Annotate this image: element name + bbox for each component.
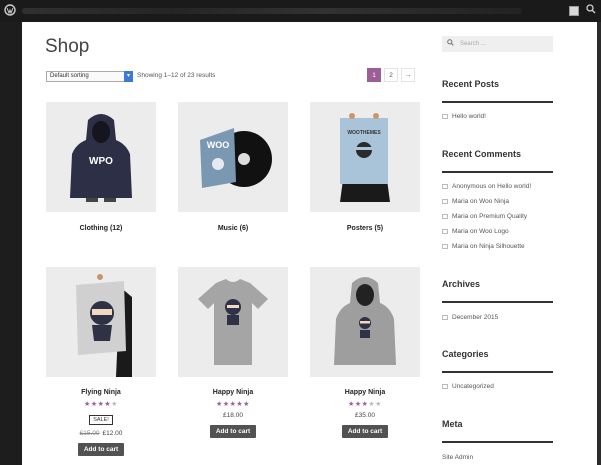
product-price: £18.00 <box>223 412 243 419</box>
wordpress-icon[interactable] <box>4 4 18 18</box>
rating-stars: ★★★★★ <box>216 401 250 408</box>
page-title: Shop <box>45 36 90 57</box>
recent-comment-link[interactable]: Maria on Woo Ninja <box>442 198 509 205</box>
hoodie-illustration: WPO <box>46 102 156 212</box>
album-print: WOO <box>207 140 230 150</box>
product-title[interactable]: Happy Ninja <box>178 389 288 396</box>
album-illustration: WOO <box>178 102 288 212</box>
result-count: Showing 1–12 of 23 results <box>137 72 216 79</box>
product-title[interactable]: Flying Ninja <box>46 389 156 396</box>
meta-link[interactable]: Site Admin <box>442 454 473 461</box>
hoodie-print: WPO <box>89 156 113 167</box>
comment-icon <box>442 243 448 249</box>
product-price: £35.00 <box>355 412 375 419</box>
recent-comment-link[interactable]: Maria on Premium Quality <box>442 213 527 220</box>
category-image-posters[interactable]: WOOTHEMES <box>310 102 420 212</box>
category-card[interactable]: WPO Clothing (12) <box>46 102 156 232</box>
window-edge <box>597 22 601 465</box>
sale-badge: SALE! <box>89 415 113 425</box>
folder-icon <box>442 314 448 320</box>
category-title[interactable]: Posters (5) <box>310 225 420 232</box>
pagination: 1 2 → <box>367 68 417 82</box>
comment-icon <box>442 183 448 189</box>
category-image-clothing[interactable]: WPO <box>46 102 156 212</box>
widget-divider <box>442 101 553 103</box>
old-price: £15.00 <box>79 430 100 437</box>
recent-comment-link[interactable]: Maria on Ninja Silhouette <box>442 243 525 250</box>
page-2-link[interactable]: 2 <box>384 68 398 82</box>
widget-title-categories: Categories <box>442 349 489 359</box>
search-placeholder: Search ... <box>459 41 486 47</box>
sorting-select[interactable]: Default sorting ▾ <box>46 71 133 82</box>
search-input[interactable]: Search ... <box>442 36 553 52</box>
chevron-down-icon: ▾ <box>124 71 133 82</box>
product-card: Happy Ninja ★★★★★ £18.00 Add to cart <box>178 267 288 438</box>
comment-icon <box>442 228 448 234</box>
admin-bar-menu[interactable] <box>22 8 522 14</box>
recent-post-link[interactable]: Hello world! <box>442 113 486 120</box>
product-title[interactable]: Happy Ninja <box>310 389 420 396</box>
product-image[interactable] <box>178 267 288 377</box>
poster-print: WOOTHEMES <box>347 130 381 136</box>
add-to-cart-button[interactable]: Add to cart <box>341 425 389 438</box>
category-title[interactable]: Music (6) <box>178 225 288 232</box>
sale-price: £12.00 <box>102 430 123 437</box>
admin-bar <box>0 0 601 22</box>
document-icon <box>442 113 448 119</box>
product-image[interactable] <box>46 267 156 377</box>
category-title[interactable]: Clothing (12) <box>46 225 156 232</box>
widget-title-meta: Meta <box>442 419 463 429</box>
next-page-link[interactable]: → <box>401 68 415 82</box>
rating-stars: ★★★★★ <box>84 401 118 408</box>
poster-illustration: WOOTHEMES <box>310 102 420 212</box>
widget-divider <box>442 371 553 373</box>
category-card[interactable]: WOOTHEMES Posters (5) <box>310 102 420 232</box>
folder-icon <box>442 383 448 389</box>
page-1-link[interactable]: 1 <box>367 68 381 82</box>
widget-divider <box>442 441 553 443</box>
widget-divider <box>442 301 553 303</box>
widget-title-archives: Archives <box>442 279 481 289</box>
add-to-cart-button[interactable]: Add to cart <box>77 443 125 456</box>
comment-icon <box>442 213 448 219</box>
category-link[interactable]: Uncategorized <box>442 383 494 390</box>
recent-comment-link[interactable]: Anonymous on Hello world! <box>442 183 531 190</box>
search-icon <box>447 39 456 47</box>
rating-stars: ★★★★★ <box>348 401 382 408</box>
product-price: £15.00 £12.00 <box>46 430 156 437</box>
tshirt-illustration <box>178 267 288 377</box>
sorting-value: Default sorting <box>50 73 89 79</box>
flying-ninja-poster <box>46 267 156 377</box>
comment-icon <box>442 198 448 204</box>
search-icon[interactable] <box>586 4 596 17</box>
category-card[interactable]: WOO Music (6) <box>178 102 288 232</box>
product-card: Happy Ninja ★★★★★ £35.00 Add to cart <box>310 267 420 438</box>
add-to-cart-button[interactable]: Add to cart <box>209 425 257 438</box>
widget-divider <box>442 171 553 173</box>
product-card: Flying Ninja ★★★★★ SALE! £15.00 £12.00 Ad… <box>46 267 156 456</box>
avatar[interactable] <box>569 6 579 16</box>
grey-hoodie-illustration <box>310 267 420 377</box>
product-image[interactable] <box>310 267 420 377</box>
category-image-music[interactable]: WOO <box>178 102 288 212</box>
widget-title-recent-comments: Recent Comments <box>442 149 522 159</box>
shop-page: Shop Default sorting ▾ Showing 1–12 of 2… <box>22 22 597 465</box>
archive-link[interactable]: December 2015 <box>442 314 498 321</box>
recent-comment-link[interactable]: Maria on Woo Logo <box>442 228 509 235</box>
widget-title-recent-posts: Recent Posts <box>442 79 500 89</box>
